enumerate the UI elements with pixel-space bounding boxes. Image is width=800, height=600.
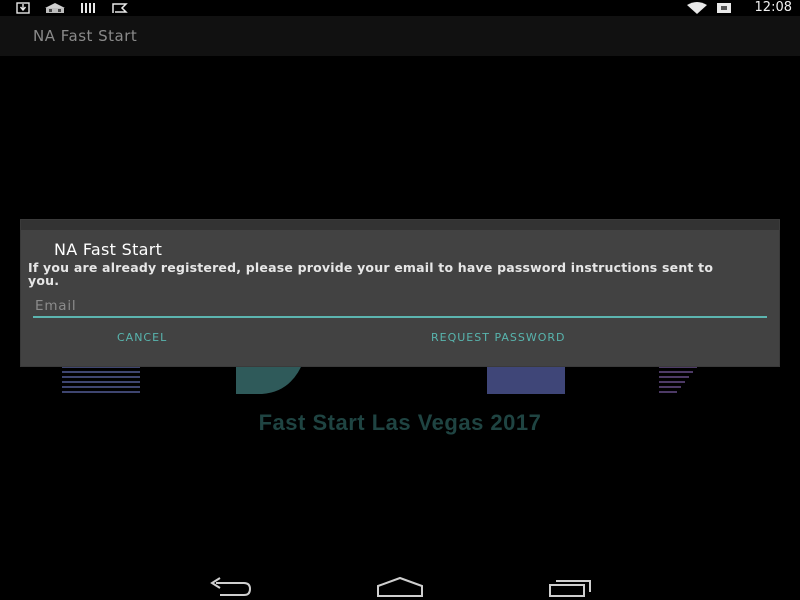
- email-input[interactable]: [33, 294, 767, 318]
- download-icon: [16, 2, 30, 14]
- splash-stripes-right: [659, 366, 697, 393]
- battery-icon: [717, 3, 731, 13]
- status-clock: 12:08: [754, 0, 792, 15]
- action-bar-title: NA Fast Start: [33, 27, 138, 45]
- home-icon[interactable]: [376, 576, 424, 598]
- wifi-icon: [687, 2, 707, 14]
- dialog-title: NA Fast Start: [54, 240, 163, 259]
- dialog-top-strip: [21, 220, 779, 230]
- dialog-message: If you are already registered, please pr…: [28, 260, 714, 288]
- recent-apps-icon[interactable]: [548, 576, 594, 598]
- navigation-bar: [0, 572, 800, 600]
- splash-stripes-left: [62, 366, 140, 393]
- password-request-dialog: NA Fast Start If you are already registe…: [21, 220, 779, 366]
- splash-caption: Fast Start Las Vegas 2017: [258, 410, 542, 435]
- action-bar: NA Fast Start: [0, 16, 800, 56]
- back-icon[interactable]: [206, 576, 252, 598]
- request-password-button[interactable]: REQUEST PASSWORD: [431, 328, 566, 348]
- cancel-button[interactable]: CANCEL: [117, 328, 167, 348]
- photo-icon: [45, 3, 65, 13]
- status-bar: 12:08: [0, 0, 800, 16]
- app-screen: Fast Start Las Vegas 2017 12:08 NA Fast …: [0, 0, 800, 600]
- barcode-icon: [81, 3, 95, 13]
- flag-icon: [112, 3, 128, 13]
